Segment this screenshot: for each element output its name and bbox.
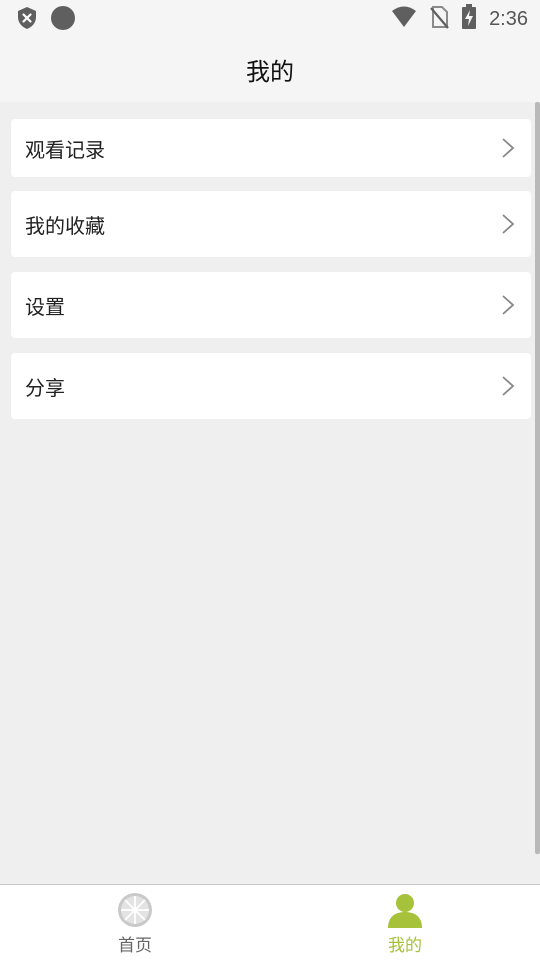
bottom-nav: 首页 我的 — [0, 884, 540, 961]
status-bar: 2:36 — [0, 0, 540, 36]
menu-item-favorites[interactable]: 我的收藏 — [11, 191, 531, 257]
wifi-icon — [391, 6, 417, 32]
chevron-right-icon — [502, 376, 515, 396]
menu-item-label: 分享 — [25, 375, 65, 400]
tab-home-label: 首页 — [118, 936, 152, 956]
shield-x-icon — [16, 6, 38, 34]
chevron-right-icon — [502, 295, 515, 315]
no-sim-icon — [429, 5, 449, 33]
menu-list: 观看记录 我的收藏 设置 分享 — [0, 102, 540, 884]
person-icon — [388, 894, 422, 928]
menu-item-share[interactable]: 分享 — [11, 353, 531, 419]
chevron-right-icon — [502, 214, 515, 234]
menu-item-label: 我的收藏 — [25, 213, 105, 238]
tab-mine-label: 我的 — [388, 936, 422, 956]
status-time: 2:36 — [489, 7, 528, 30]
scrollbar[interactable] — [535, 102, 540, 854]
record-dot-icon — [50, 5, 76, 35]
chevron-right-icon — [502, 138, 515, 158]
menu-item-watch-history[interactable]: 观看记录 — [11, 119, 531, 177]
battery-charging-icon — [461, 4, 477, 34]
menu-item-label: 观看记录 — [25, 137, 105, 162]
lemon-slice-icon — [118, 893, 152, 927]
tab-home[interactable]: 首页 — [0, 885, 270, 961]
tab-mine[interactable]: 我的 — [270, 885, 540, 961]
menu-item-label: 设置 — [25, 294, 65, 319]
app-bar: 我的 — [0, 36, 540, 102]
menu-item-settings[interactable]: 设置 — [11, 272, 531, 338]
page-title: 我的 — [246, 57, 294, 86]
